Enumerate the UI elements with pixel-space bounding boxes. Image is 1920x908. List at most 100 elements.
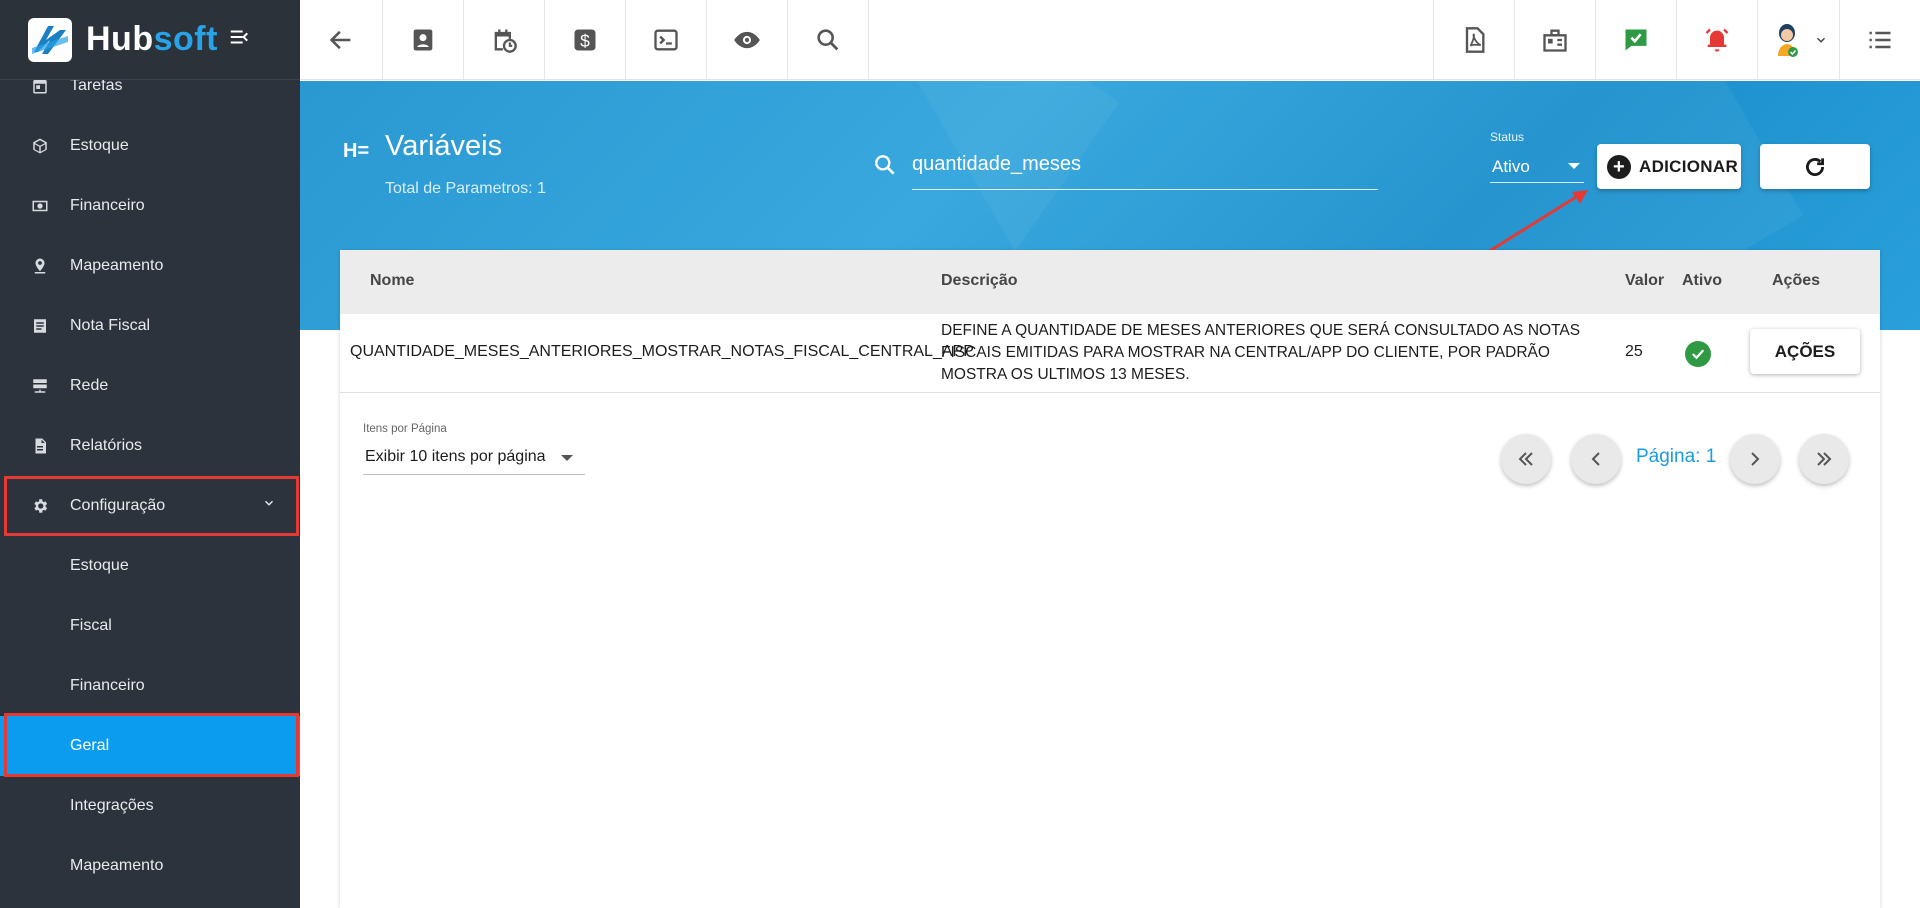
chevron-left-icon [1591, 452, 1600, 466]
search-input[interactable] [912, 150, 1378, 190]
sidebar-subitem-label: Mapeamento [70, 857, 164, 874]
column-header-valor[interactable]: Valor [1625, 272, 1664, 290]
eye-icon [734, 31, 760, 49]
sidebar-item-financeiro[interactable]: Financeiro [0, 176, 300, 236]
document-icon [30, 316, 50, 336]
logo-text[interactable]: Hubsoft [86, 20, 218, 59]
company-button[interactable] [1514, 0, 1595, 80]
double-chevron-left-icon [1518, 452, 1533, 466]
table-header: Nome Descrição Valor Ativo Ações [340, 250, 1880, 314]
actions-button[interactable]: AÇÕES [1750, 329, 1860, 374]
sidebar-subitem-integracoes[interactable]: Integrações [0, 776, 300, 836]
dollar-icon: $ [574, 29, 596, 51]
search-bar [872, 150, 1378, 190]
sidebar-subitem-label: Integrações [70, 797, 154, 814]
variables-table-card: Nome Descrição Valor Ativo Ações QUANTID… [340, 250, 1880, 908]
gear-icon [30, 496, 50, 516]
search-icon [817, 29, 839, 51]
sidebar-subitem-label: Estoque [70, 557, 129, 574]
view-button[interactable] [707, 0, 788, 80]
table-row[interactable]: QUANTIDADE_MESES_ANTERIORES_MOSTRAR_NOTA… [340, 314, 1880, 393]
terminal-icon [654, 29, 678, 51]
actions-button-label: AÇÕES [1774, 341, 1836, 361]
double-chevron-right-icon [1817, 452, 1832, 466]
alarm-button[interactable] [1676, 0, 1757, 80]
hubsoft-logo-icon [28, 17, 72, 62]
chevron-down-icon [264, 500, 274, 506]
column-header-ativo[interactable]: Ativo [1682, 272, 1722, 290]
main-menu-button[interactable] [1839, 0, 1920, 80]
next-page-button[interactable] [1730, 434, 1780, 484]
sidebar-item-label: Financeiro [70, 197, 145, 214]
sidebar-subitem-estoque[interactable]: Estoque [0, 536, 300, 596]
sidebar-item-label: Configuração [70, 497, 166, 514]
sidebar-item-estoque[interactable]: Estoque [0, 116, 300, 176]
per-page-select[interactable]: Exibir 10 itens por página [363, 441, 585, 475]
sidebar-subitem-label: Financeiro [70, 677, 145, 694]
status-label: Status [1490, 130, 1525, 144]
schedule-button[interactable] [464, 0, 545, 80]
back-button[interactable] [300, 0, 383, 80]
pdf-button[interactable] [1433, 0, 1514, 80]
chat-check-icon [1625, 29, 1647, 51]
cell-nome: QUANTIDADE_MESES_ANTERIORES_MOSTRAR_NOTA… [350, 343, 974, 360]
search-icon [875, 155, 895, 175]
search-button[interactable] [788, 0, 869, 80]
sidebar-subitem-mapeamento[interactable]: Mapeamento [0, 836, 300, 896]
sidebar-item-mapeamento[interactable]: Mapeamento [0, 236, 300, 296]
money-icon [30, 196, 50, 216]
sidebar-item-label: Nota Fiscal [70, 317, 151, 334]
status-value: Ativo [1492, 157, 1530, 176]
sidebar-item-label: Mapeamento [70, 257, 164, 274]
column-header-nome[interactable]: Nome [370, 272, 414, 290]
sidebar-item-label: Rede [70, 377, 109, 394]
sidebar-item-rede[interactable]: Rede [0, 356, 300, 416]
annotation-arrow [1487, 190, 1588, 254]
box-icon [30, 136, 50, 156]
collapse-menu-icon[interactable] [228, 26, 250, 54]
back-icon [329, 30, 351, 50]
page-subtitle: Total de Parametros: 1 [385, 180, 546, 197]
sidebar-subitem-geral[interactable]: Geral [0, 716, 300, 776]
map-pin-icon [30, 256, 50, 276]
page-title: Variáveis [385, 130, 503, 162]
sidebar-item-label: Relatórios [70, 437, 143, 454]
user-avatar [1777, 24, 1798, 57]
variables-icon: H= [343, 140, 370, 162]
chevron-down-icon [1816, 37, 1825, 43]
refresh-icon [1806, 157, 1824, 176]
add-button[interactable]: + ADICIONAR [1597, 144, 1741, 189]
plus-circle-icon: + [1607, 154, 1631, 179]
column-header-descricao[interactable]: Descrição [941, 272, 1018, 290]
user-menu-button[interactable] [1757, 0, 1839, 80]
previous-page-button[interactable] [1571, 434, 1621, 484]
terminal-button[interactable] [626, 0, 707, 80]
sidebar-item-nota-fiscal[interactable]: Nota Fiscal [0, 296, 300, 356]
sidebar-subitem-fiscal[interactable]: Fiscal [0, 596, 300, 656]
menu-list-icon [1869, 31, 1891, 49]
alarm-icon [1705, 28, 1729, 52]
first-page-button[interactable] [1501, 434, 1551, 484]
chevron-right-icon [1751, 452, 1760, 466]
refresh-button[interactable] [1760, 144, 1870, 189]
chat-button[interactable] [1595, 0, 1676, 80]
sidebar-nav: Tarefas Estoque Financeiro Mapeamento No… [0, 56, 300, 896]
pdf-icon [1465, 27, 1485, 53]
contacts-button[interactable] [383, 0, 464, 80]
top-toolbar: $ [300, 0, 1920, 80]
sidebar-item-configuracao[interactable]: Configuração [0, 476, 300, 536]
report-icon [30, 436, 50, 456]
logo-text-soft: soft [153, 20, 218, 58]
finance-button[interactable]: $ [545, 0, 626, 80]
per-page-label: Itens por Página [363, 423, 447, 435]
cell-descricao: DEFINE A QUANTIDADE DE MESES ANTERIORES … [941, 322, 1581, 383]
last-page-button[interactable] [1799, 434, 1849, 484]
sidebar-item-relatorios[interactable]: Relatórios [0, 416, 300, 476]
calendar-clock-icon [494, 29, 517, 53]
per-page-value: Exibir 10 itens por página [365, 448, 546, 465]
svg-text:$: $ [580, 31, 590, 51]
sidebar-subitem-financeiro[interactable]: Financeiro [0, 656, 300, 716]
add-button-label: ADICIONAR [1639, 156, 1739, 176]
logo-bar: Hubsoft [0, 0, 300, 80]
status-select[interactable]: Status Ativo [1490, 130, 1584, 184]
